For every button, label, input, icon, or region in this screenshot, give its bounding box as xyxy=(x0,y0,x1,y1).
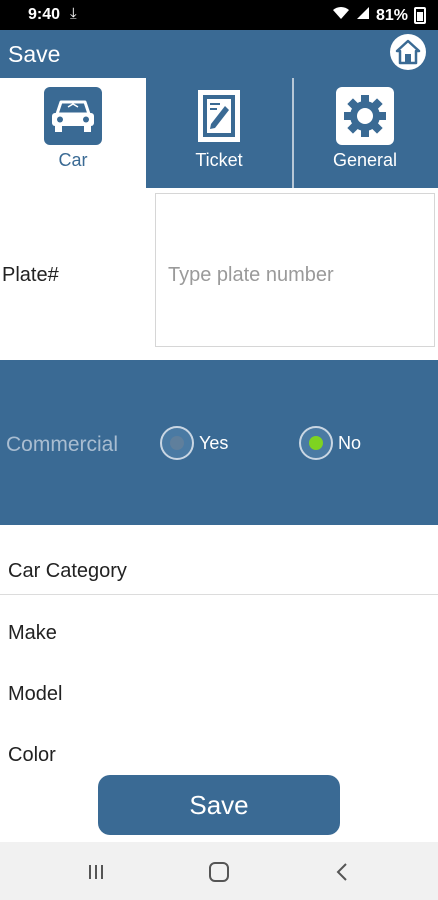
status-time: 9:40 xyxy=(28,6,61,23)
tab-ticket[interactable]: Ticket xyxy=(146,78,292,188)
app-bar: Save xyxy=(0,30,438,78)
plate-input[interactable]: Type plate number xyxy=(155,193,435,347)
home-button[interactable] xyxy=(390,34,426,70)
system-nav-bar xyxy=(0,842,438,900)
tab-ticket-label: Ticket xyxy=(195,150,243,170)
home-nav-icon[interactable] xyxy=(207,860,231,884)
tab-car-label: Car xyxy=(58,150,88,170)
commercial-yes-label: Yes xyxy=(199,432,229,453)
battery-icon xyxy=(414,7,426,24)
battery-percent: 81% xyxy=(375,6,408,24)
make-field[interactable]: Make xyxy=(0,595,438,657)
signal-icon xyxy=(356,6,370,25)
back-icon[interactable] xyxy=(330,860,354,884)
commercial-no-radio[interactable]: No xyxy=(299,426,361,460)
commercial-no-label: No xyxy=(338,432,362,453)
save-button[interactable]: Save xyxy=(98,775,340,835)
gear-icon xyxy=(336,87,394,145)
commercial-label: Commercial xyxy=(6,433,119,456)
tab-general-label: General xyxy=(332,150,398,170)
car-category-field[interactable]: Car Category xyxy=(0,533,438,595)
download-icon: ⤓ xyxy=(70,5,77,22)
commercial-section: Commercial Yes No xyxy=(0,360,438,525)
plate-label: Plate# xyxy=(2,264,59,286)
recents-icon[interactable] xyxy=(84,860,108,884)
model-field[interactable]: Model xyxy=(0,656,438,718)
car-icon xyxy=(44,87,102,145)
tab-bar: Car Ticket General xyxy=(0,78,438,188)
status-icons: 81% xyxy=(332,6,426,25)
radio-unselected-icon xyxy=(160,426,194,460)
page-title: Save xyxy=(8,41,61,67)
radio-selected-icon xyxy=(299,426,333,460)
commercial-yes-radio[interactable]: Yes xyxy=(160,426,228,460)
plate-section: Plate# Type plate number xyxy=(0,188,438,360)
tab-car[interactable]: Car xyxy=(0,78,146,188)
tab-general[interactable]: General xyxy=(292,78,438,188)
ticket-icon xyxy=(190,87,248,145)
status-bar: 9:40 ⤓ 81% xyxy=(0,0,438,30)
color-field[interactable]: Color xyxy=(0,717,438,779)
wifi-icon xyxy=(332,6,350,25)
home-icon xyxy=(395,39,421,65)
